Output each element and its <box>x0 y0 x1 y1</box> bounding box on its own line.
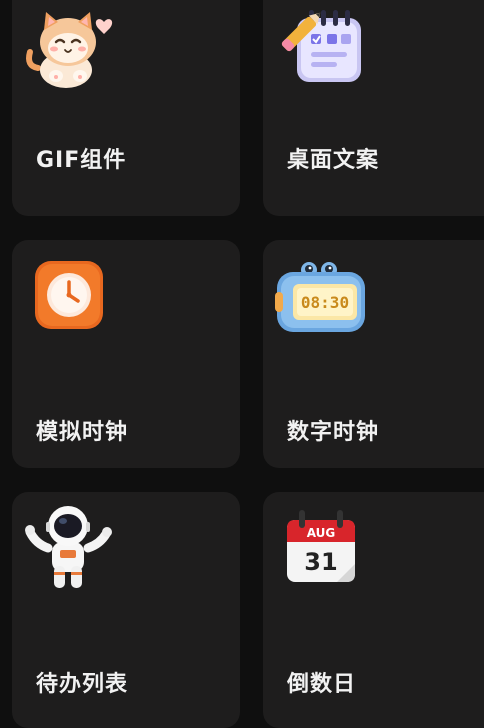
widget-card-todo[interactable]: 待办列表 <box>12 492 240 728</box>
analog-clock-icon <box>34 260 104 334</box>
widget-label: GIF组件 <box>36 148 127 173</box>
widget-card-countdown[interactable]: AUG 31 倒数日 <box>263 492 484 728</box>
widget-card-digital-clock[interactable]: 08:30 数字时钟 <box>263 240 484 468</box>
calendar-icon: AUG 31 <box>285 506 357 590</box>
widget-label: 待办列表 <box>36 672 129 697</box>
widget-label: 倒数日 <box>287 672 357 697</box>
widget-label: 桌面文案 <box>287 148 380 173</box>
digital-clock-icon: 08:30 <box>275 260 369 340</box>
calendar-day: 31 <box>304 548 337 576</box>
widget-card-gif[interactable]: GIF组件 <box>12 0 240 216</box>
astronaut-icon <box>24 504 114 598</box>
widget-label: 模拟时钟 <box>36 420 129 445</box>
calendar-month: AUG <box>307 526 336 540</box>
widget-label: 数字时钟 <box>287 420 380 445</box>
widget-card-analog-clock[interactable]: 模拟时钟 <box>12 240 240 468</box>
notepad-pencil-icon <box>275 4 367 92</box>
widget-card-desktop-text[interactable]: 桌面文案 <box>263 0 484 216</box>
digital-clock-display: 08:30 <box>301 293 349 312</box>
kitten-icon <box>24 8 116 98</box>
